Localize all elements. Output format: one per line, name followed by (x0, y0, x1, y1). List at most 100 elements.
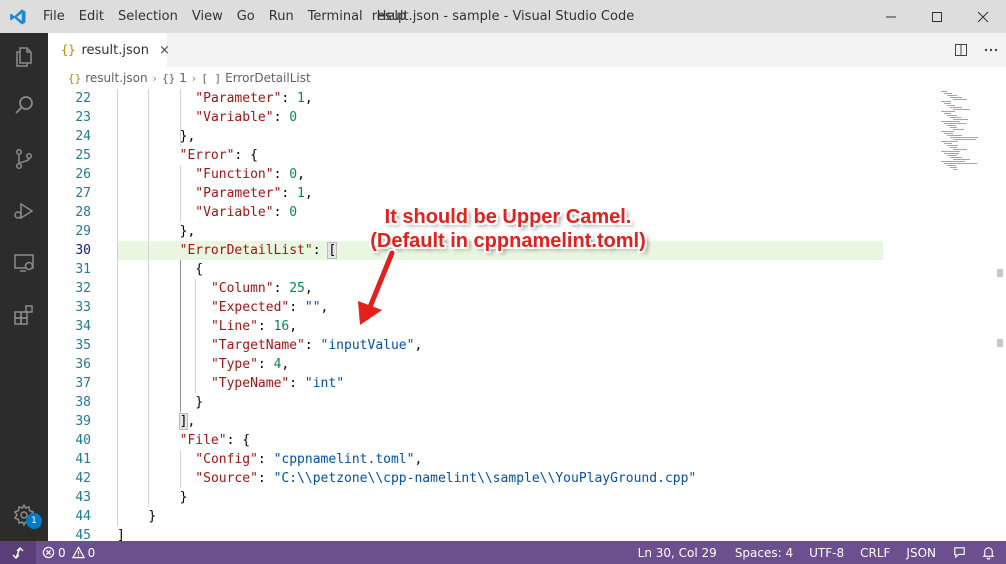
code-token: : (273, 281, 290, 296)
remote-explorer-icon[interactable] (0, 239, 48, 287)
notifications-bell-icon[interactable] (975, 541, 1006, 564)
line-ending[interactable]: CRLF (852, 541, 898, 564)
minimap-line (950, 157, 963, 158)
code-token: : (289, 300, 305, 315)
code-token: : (312, 243, 329, 258)
line-number: 22 (75, 91, 91, 106)
minimap-line (953, 159, 970, 160)
code-token: : (289, 376, 305, 391)
code-token: , (304, 91, 313, 106)
encoding[interactable]: UTF-8 (801, 541, 852, 564)
code-line[interactable]: "TypeName": "int" (211, 374, 344, 393)
code-line[interactable]: "Function": 0, (195, 165, 305, 184)
menu-selection[interactable]: Selection (111, 0, 185, 33)
minimap-line (944, 93, 952, 94)
breadcrumb-object[interactable]: 1 (179, 71, 187, 85)
menu-file[interactable]: File (36, 0, 72, 33)
code-line[interactable]: "TargetName": "inputValue", (211, 336, 422, 355)
code-token: , (414, 452, 423, 467)
split-editor-icon[interactable] (946, 33, 976, 67)
indent-guide (179, 260, 181, 412)
run-debug-icon[interactable] (0, 187, 48, 235)
code-token: : (273, 110, 290, 125)
indent-guide (195, 279, 197, 393)
code-line[interactable]: }, (180, 127, 196, 146)
line-number: 36 (75, 357, 91, 372)
menu-go[interactable]: Go (230, 0, 262, 33)
vertical-scrollbar[interactable] (993, 89, 1006, 541)
code-editor[interactable]: 22 23 24 25 26 27 28 29 30 31 32 33 34 35 36 37 38 39 40 41… (48, 89, 1006, 541)
code-line[interactable]: ] (117, 526, 125, 541)
language-mode[interactable]: JSON (898, 541, 944, 564)
code-line[interactable]: } (180, 488, 188, 507)
code-line[interactable]: } (148, 507, 156, 526)
breadcrumb-file[interactable]: result.json (85, 71, 147, 85)
minimap-line (941, 111, 956, 112)
code-token: }, (179, 129, 196, 144)
menu-terminal[interactable]: Terminal (301, 0, 370, 33)
minimize-button[interactable] (868, 0, 914, 33)
remote-indicator-icon[interactable] (0, 541, 36, 564)
code-token: }, (179, 224, 196, 239)
menu-help[interactable]: Help (370, 0, 414, 33)
status-right: Ln 30, Col 29 Spaces: 4 UTF-8 CRLF JSON (628, 541, 1006, 564)
settings-gear-icon[interactable] (0, 491, 48, 539)
minimap-line (944, 153, 960, 154)
maximize-button[interactable] (914, 0, 960, 33)
code-token: "Column" (210, 281, 274, 296)
line-number: 25 (75, 148, 91, 163)
tab-result-json[interactable]: {} result.json × (48, 33, 170, 67)
code-line[interactable]: "Parameter": 1, (195, 184, 312, 203)
code-line[interactable]: "Variable": 0 (195, 108, 297, 127)
menu-run[interactable]: Run (262, 0, 301, 33)
menu-edit[interactable]: Edit (72, 0, 111, 33)
minimap-line (944, 103, 951, 104)
code-line[interactable]: "File": { (180, 431, 250, 450)
code-line[interactable]: { (195, 260, 203, 279)
code-line[interactable]: } (195, 393, 203, 412)
feedback-icon[interactable] (944, 541, 975, 564)
files-icon[interactable] (0, 33, 48, 81)
extensions-icon[interactable] (0, 291, 48, 339)
source-control-icon[interactable] (0, 135, 48, 183)
code-token: "Config" (195, 452, 258, 467)
activity-bar: 1 (0, 33, 48, 541)
line-number: 33 (75, 300, 91, 315)
code-token: 1 (297, 91, 305, 106)
minimap-line (953, 169, 958, 170)
minimap-line (941, 141, 958, 142)
more-actions-icon[interactable] (976, 33, 1006, 67)
code-token: ] (117, 528, 125, 541)
code-line[interactable]: "Parameter": 1, (195, 89, 312, 108)
line-number: 27 (75, 186, 91, 201)
breadcrumb-array[interactable]: ErrorDetailList (225, 71, 311, 85)
code-area[interactable]: "Parameter": 1, "Variable": 0}, "Error": {… (117, 89, 883, 541)
code-line[interactable]: "Expected": "", (211, 298, 328, 317)
code-line[interactable]: "Source": "C:\\petzone\\cpp-namelint\\sa… (195, 469, 696, 488)
code-token: } (148, 509, 157, 524)
indent-guide (148, 89, 150, 507)
editor-actions (946, 33, 1006, 67)
code-line[interactable]: "Column": 25, (211, 279, 313, 298)
tab-close-icon[interactable]: × (159, 43, 170, 58)
code-line[interactable]: "Error": { (180, 146, 258, 165)
code-line[interactable]: "Variable": 0 (195, 203, 297, 222)
code-line[interactable]: "Config": "cppnamelint.toml", (195, 450, 422, 469)
search-icon[interactable] (0, 81, 48, 129)
code-line[interactable]: "Type": 4, (211, 355, 289, 374)
minimap[interactable] (883, 89, 983, 541)
problems-indicator[interactable]: 0 0 (36, 541, 101, 564)
minimap-line (941, 131, 955, 132)
code-line[interactable]: ], (178, 412, 195, 431)
breadcrumb: {} result.json › {} 1 › [ ] ErrorDetailL… (48, 67, 1006, 89)
menu-view[interactable]: View (185, 0, 230, 33)
code-line[interactable]: }, (180, 222, 196, 241)
object-icon: {} (161, 71, 176, 85)
close-window-button[interactable] (960, 0, 1006, 33)
warning-icon (71, 546, 85, 559)
cursor-position[interactable]: Ln 30, Col 29 (628, 541, 727, 564)
code-token: : (304, 338, 321, 353)
code-line[interactable]: "ErrorDetailList": [ (180, 241, 338, 260)
code-line[interactable]: "Line": 16, (211, 317, 297, 336)
indentation[interactable]: Spaces: 4 (727, 541, 801, 564)
